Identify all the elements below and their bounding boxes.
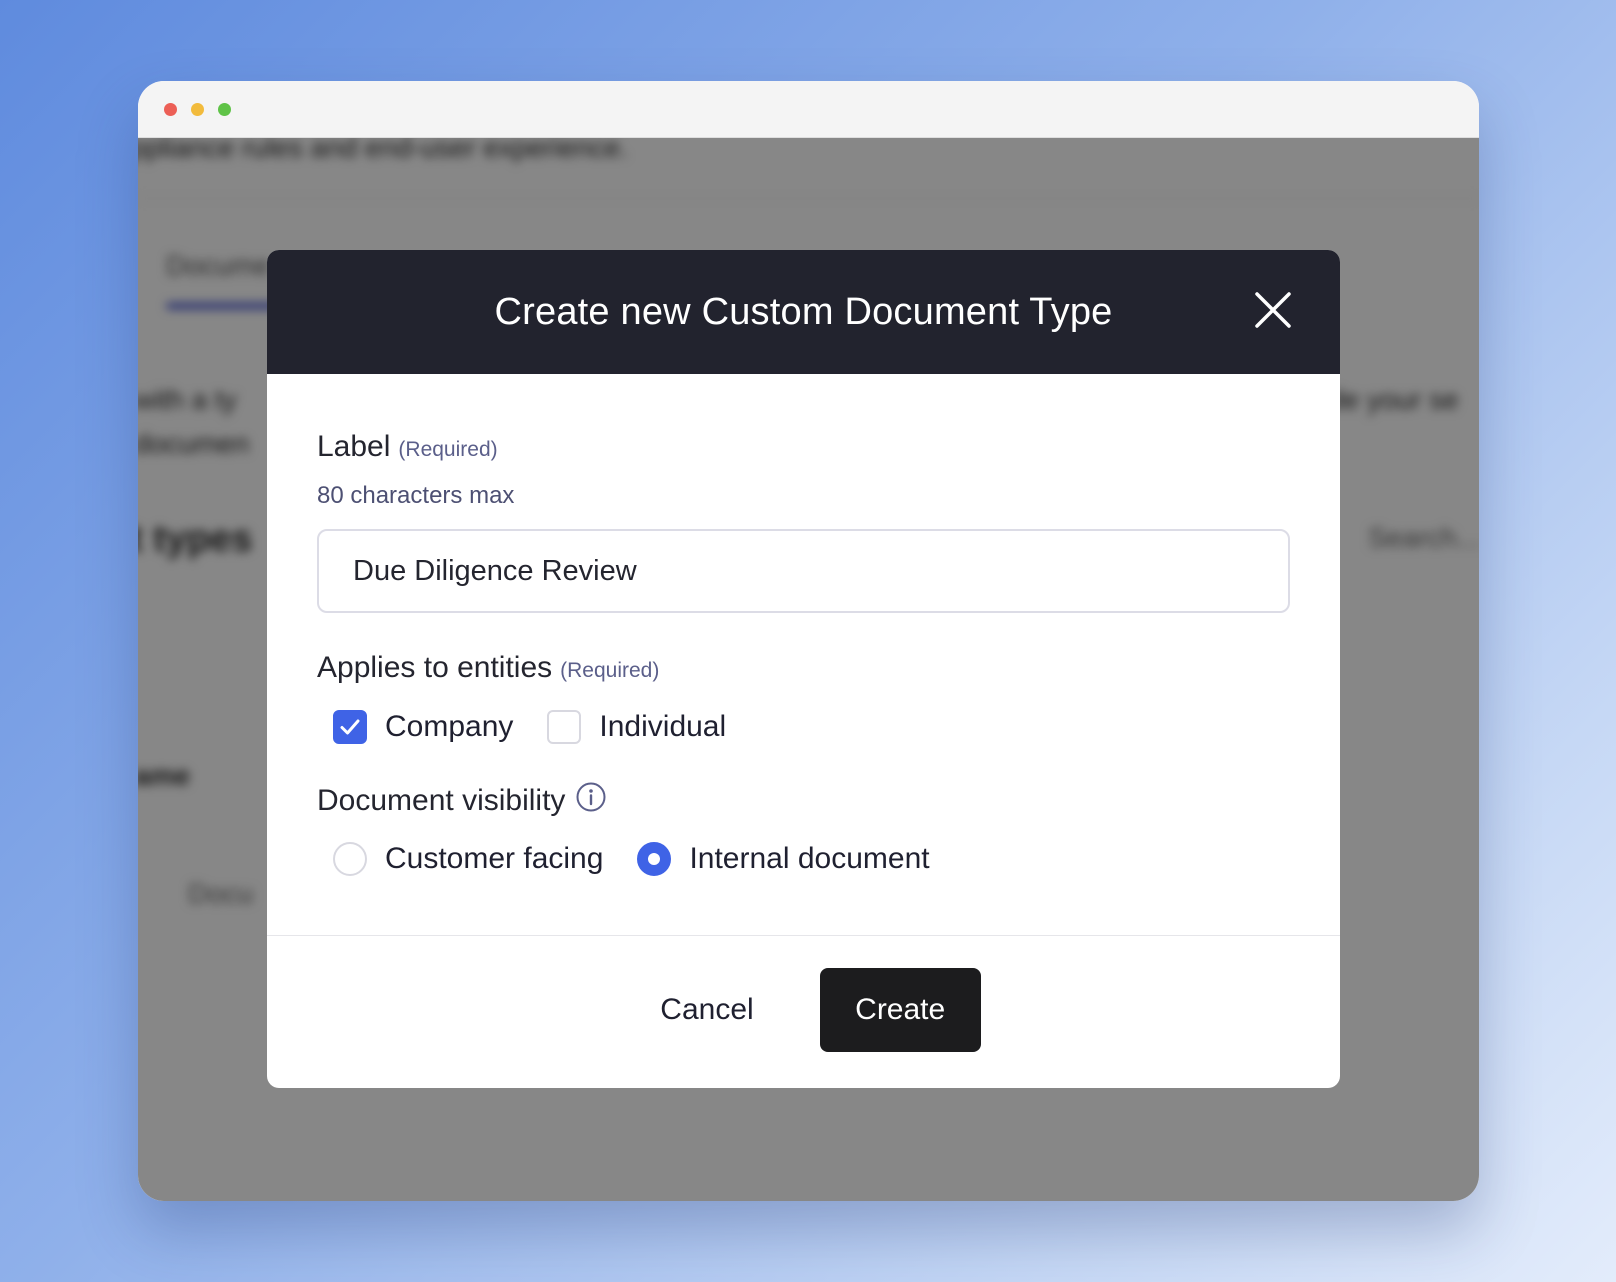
- customer-facing-option[interactable]: Customer facing: [333, 842, 603, 876]
- modal-body: Label (Required) 80 characters max Appli…: [267, 374, 1340, 936]
- cancel-button[interactable]: Cancel: [626, 968, 787, 1052]
- company-label: Company: [385, 710, 514, 743]
- modal-title: Create new Custom Document Type: [494, 290, 1113, 333]
- individual-label: Individual: [599, 710, 727, 743]
- entities-title: Applies to entities: [317, 651, 553, 684]
- company-checkbox[interactable]: [333, 710, 367, 744]
- entities-options: Company Individual: [317, 710, 1290, 744]
- company-option[interactable]: Company: [333, 710, 513, 744]
- individual-option[interactable]: Individual: [547, 710, 726, 744]
- entities-required-tag: (Required): [560, 659, 660, 682]
- create-button[interactable]: Create: [819, 967, 981, 1052]
- label-hint: 80 characters max: [317, 482, 515, 509]
- visibility-options: Customer facing Internal document: [317, 842, 1290, 876]
- info-icon[interactable]: [575, 781, 607, 813]
- minimize-window-dot[interactable]: [191, 103, 204, 116]
- customer-facing-radio[interactable]: [333, 842, 367, 876]
- customer-facing-label: Customer facing: [385, 842, 604, 875]
- close-icon[interactable]: [1254, 291, 1292, 329]
- label-input[interactable]: [317, 529, 1290, 613]
- internal-document-label: Internal document: [689, 842, 930, 875]
- create-document-type-modal: Create new Custom Document Type Label (R…: [267, 250, 1340, 1088]
- checkmark-icon: [340, 719, 360, 735]
- modal-footer: Cancel Create: [267, 936, 1340, 1087]
- entities-label: Applies to entities (Required): [317, 651, 1290, 685]
- label-required-tag: (Required): [398, 438, 498, 461]
- internal-document-option[interactable]: Internal document: [637, 842, 930, 876]
- visibility-label: Document visibility: [317, 781, 1290, 818]
- label-field-label: Label (Required): [317, 430, 1290, 464]
- label-field-title: Label: [317, 430, 391, 463]
- individual-checkbox[interactable]: [547, 710, 582, 744]
- modal-header: Create new Custom Document Type: [267, 250, 1340, 374]
- window-titlebar: [138, 81, 1479, 138]
- close-window-dot[interactable]: [164, 103, 177, 116]
- visibility-title: Document visibility: [317, 784, 566, 817]
- internal-document-radio[interactable]: [637, 842, 672, 876]
- maximize-window-dot[interactable]: [218, 103, 231, 116]
- radio-selected-dot: [648, 853, 661, 865]
